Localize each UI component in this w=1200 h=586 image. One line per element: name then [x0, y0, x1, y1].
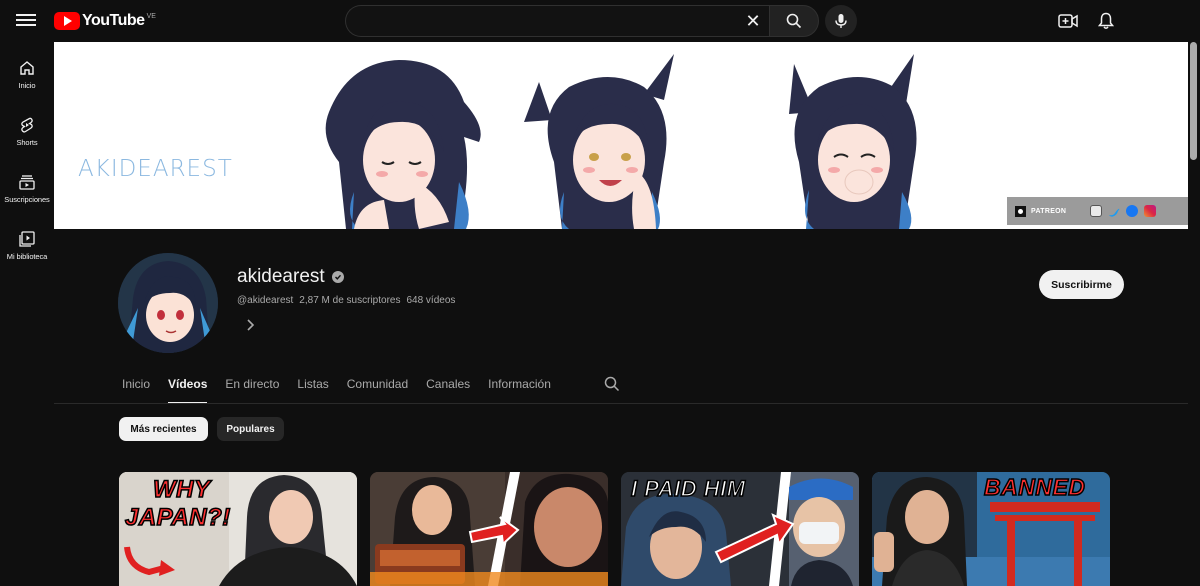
- tab-videos[interactable]: Vídeos: [168, 376, 208, 404]
- sidebar-item-shorts[interactable]: Shorts: [0, 99, 54, 155]
- scrollbar[interactable]: [1190, 42, 1197, 160]
- subscriptions-icon: [19, 175, 35, 190]
- chip-popular[interactable]: Populares: [217, 417, 284, 441]
- sidebar-item-subscriptions[interactable]: Suscripciones: [0, 156, 54, 212]
- tab-live[interactable]: En directo: [225, 376, 279, 404]
- voice-search-button[interactable]: [825, 5, 857, 37]
- channel-banner: AKIDEAREST PATREON: [54, 42, 1188, 229]
- avatar[interactable]: [118, 253, 218, 353]
- channel-tabs: Inicio Vídeos En directo Listas Comunida…: [122, 376, 569, 404]
- search-button[interactable]: [769, 5, 819, 37]
- sidebar-item-label: Mi biblioteca: [6, 252, 48, 261]
- library-icon: [19, 231, 35, 247]
- top-bar: YouTube VE ✕: [0, 0, 1200, 42]
- tab-home[interactable]: Inicio: [122, 376, 150, 404]
- video-overlay-text: WHY: [152, 475, 211, 504]
- patreon-label: PATREON: [1031, 207, 1067, 215]
- twitter-icon[interactable]: [1108, 205, 1120, 217]
- tabs-divider: [54, 403, 1188, 404]
- create-button[interactable]: [1056, 9, 1080, 33]
- close-icon[interactable]: ✕: [743, 11, 763, 31]
- youtube-play-icon: [54, 12, 80, 30]
- menu-icon[interactable]: [16, 11, 36, 31]
- video-overlay-text: I PAID HIM: [630, 475, 746, 502]
- tab-about[interactable]: Información: [488, 376, 551, 404]
- logo-region: VE: [146, 12, 156, 20]
- patreon-link[interactable]: PATREON: [1015, 205, 1067, 217]
- video-thumbnail[interactable]: WHY JAPAN?!: [119, 472, 357, 586]
- tab-playlists[interactable]: Listas: [297, 376, 328, 404]
- sidebar-item-home[interactable]: Inicio: [0, 42, 54, 98]
- channel-about-more[interactable]: [242, 317, 258, 333]
- channel-meta: @akidearest 2,87 M de suscriptores 648 v…: [237, 295, 455, 306]
- facebook-icon[interactable]: [1126, 205, 1139, 217]
- email-icon[interactable]: [1090, 205, 1103, 217]
- video-create-icon: [1058, 14, 1078, 28]
- logo-text: YouTube: [82, 12, 145, 29]
- sidebar-item-label: Inicio: [18, 81, 36, 90]
- video-overlay-text: BANNED: [983, 473, 1086, 501]
- verified-icon: [331, 271, 344, 283]
- sidebar-item-label: Suscripciones: [4, 195, 50, 204]
- tab-channels[interactable]: Canales: [426, 376, 470, 404]
- channel-name-row: akidearest: [237, 266, 344, 288]
- bell-icon: [1098, 12, 1114, 29]
- sidebar-item-label: Shorts: [16, 138, 38, 147]
- shorts-icon: [21, 117, 33, 133]
- video-count: 648 vídeos: [406, 295, 456, 306]
- channel-search-button[interactable]: [604, 376, 622, 394]
- tab-community[interactable]: Comunidad: [347, 376, 408, 404]
- video-thumbnail[interactable]: BANNED: [872, 472, 1110, 586]
- subscriber-count: 2,87 M de suscriptores: [299, 295, 401, 306]
- instagram-icon[interactable]: [1144, 205, 1157, 217]
- video-thumbnail[interactable]: [370, 472, 608, 586]
- sidebar-item-library[interactable]: Mi biblioteca: [0, 213, 54, 269]
- sidebar: Inicio Shorts Suscripciones Mi bibliotec…: [0, 42, 54, 586]
- microphone-icon: [835, 14, 847, 28]
- home-icon: [20, 61, 34, 75]
- banner-title: AKIDEAREST: [78, 156, 233, 182]
- search-icon: [604, 376, 620, 392]
- search-bar: ✕: [345, 5, 819, 37]
- notifications-button[interactable]: [1094, 9, 1118, 33]
- search-input[interactable]: [345, 5, 769, 37]
- video-thumbnail[interactable]: I PAID HIM: [621, 472, 859, 586]
- search-icon: [786, 13, 802, 29]
- patreon-icon: [1015, 205, 1026, 217]
- youtube-logo[interactable]: YouTube VE: [54, 11, 156, 31]
- banner-links: PATREON: [1007, 197, 1188, 225]
- subscribe-button[interactable]: Suscribirme: [1039, 270, 1124, 299]
- video-overlay-text: JAPAN?!: [124, 503, 231, 532]
- chip-latest[interactable]: Más recientes: [119, 417, 208, 441]
- channel-name: akidearest: [237, 266, 325, 287]
- channel-handle: @akidearest: [237, 295, 294, 306]
- chevron-right-icon: [247, 319, 255, 331]
